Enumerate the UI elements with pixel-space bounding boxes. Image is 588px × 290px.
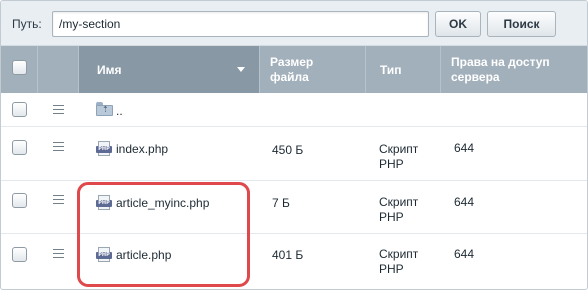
table-row-parent-folder[interactable]: ⇡ ..: [1, 93, 587, 127]
column-header-size-label: Размер файла: [270, 55, 314, 84]
file-type: Скрипт PHP: [379, 195, 419, 224]
column-header-rights[interactable]: Права на доступ сервера: [441, 46, 587, 93]
php-file-icon: PHP: [96, 195, 112, 211]
file-type: Скрипт PHP: [379, 142, 419, 171]
search-button[interactable]: Поиск: [487, 11, 556, 37]
file-name-link[interactable]: article.php: [116, 248, 171, 263]
path-label: Путь:: [12, 17, 42, 31]
file-rights: 644: [454, 141, 475, 155]
table-row[interactable]: PHP article.php 401 Б Скрипт PHP 644: [1, 234, 587, 289]
file-size: 450 Б: [272, 143, 304, 157]
sort-descending-icon[interactable]: [237, 67, 245, 72]
file-size: 7 Б: [272, 196, 290, 210]
table-header: Имя Размер файла Тип Права на доступ сер…: [1, 46, 587, 93]
parent-folder-link[interactable]: ..: [116, 104, 123, 119]
table-row[interactable]: PHP article_myinc.php 7 Б Скрипт PHP 644: [1, 181, 587, 234]
header-select-all-cell: [1, 46, 38, 93]
row-menu-icon[interactable]: [53, 105, 64, 114]
php-file-icon: PHP: [96, 141, 112, 157]
php-file-icon: PHP: [96, 247, 112, 263]
file-size: 401 Б: [272, 248, 304, 262]
file-name-link[interactable]: index.php: [116, 142, 168, 157]
ok-button[interactable]: OK: [435, 11, 481, 37]
row-checkbox[interactable]: [12, 102, 27, 117]
column-header-rights-label: Права на доступ сервера: [451, 55, 550, 84]
select-all-checkbox[interactable]: [12, 60, 27, 75]
path-input[interactable]: [52, 11, 429, 37]
table-row[interactable]: PHP index.php 450 Б Скрипт PHP 644: [1, 127, 587, 181]
row-menu-icon[interactable]: [53, 142, 64, 151]
file-rights: 644: [454, 247, 475, 261]
column-header-type-label: Тип: [380, 63, 402, 77]
file-name-link[interactable]: article_myinc.php: [116, 196, 209, 211]
file-name-cell: PHP article_myinc.php: [96, 195, 209, 211]
file-name-cell: PHP article.php: [96, 247, 171, 263]
header-actions-cell: [38, 46, 79, 93]
column-header-size[interactable]: Размер файла: [260, 46, 366, 93]
column-header-type[interactable]: Тип: [366, 46, 441, 93]
row-checkbox[interactable]: [12, 140, 27, 155]
column-header-name[interactable]: Имя: [79, 46, 260, 93]
folder-up-icon[interactable]: ⇡: [96, 102, 113, 116]
column-header-name-label: Имя: [97, 63, 122, 77]
file-manager-panel: Путь: OK Поиск Имя Размер файла Тип Прав…: [0, 0, 588, 290]
row-menu-icon[interactable]: [53, 195, 64, 204]
path-bar: Путь: OK Поиск: [1, 1, 587, 46]
row-menu-icon[interactable]: [53, 249, 64, 258]
row-checkbox[interactable]: [12, 247, 27, 262]
file-rights: 644: [454, 195, 475, 209]
file-name-cell: PHP index.php: [96, 141, 168, 157]
file-type: Скрипт PHP: [379, 247, 419, 276]
row-checkbox[interactable]: [12, 193, 27, 208]
